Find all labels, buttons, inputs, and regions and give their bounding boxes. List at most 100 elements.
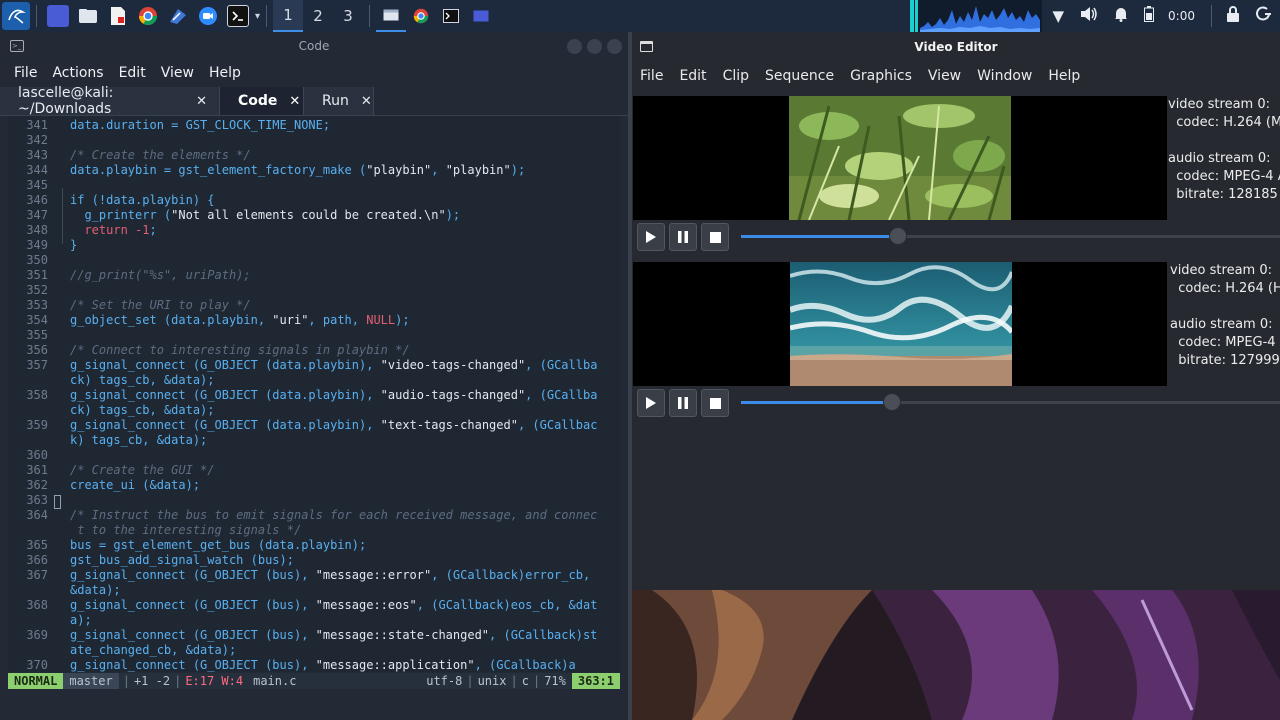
code-line: ck) tags_cb, &data); (70, 373, 215, 387)
lock-screen-icon[interactable] (1226, 6, 1240, 26)
playback-controls-2 (633, 388, 1280, 418)
code-line: g_signal_connect (G_OBJECT (data.playbin… (70, 388, 598, 402)
seek-progress (741, 235, 898, 238)
close-tab-icon[interactable]: ✕ (289, 94, 300, 109)
code-window-titlebar[interactable]: >_ Code (0, 32, 628, 60)
battery-icon[interactable] (1144, 6, 1155, 26)
menu-actions[interactable]: Actions (52, 65, 103, 81)
line-number: 351 (26, 268, 48, 282)
line-number: 350 (26, 253, 48, 267)
tab-code[interactable]: Code ✕ (220, 87, 304, 115)
task-editor-window[interactable] (466, 0, 496, 32)
file-manager-icon[interactable] (77, 5, 99, 27)
workspace-3[interactable]: 3 (333, 0, 363, 32)
menu-edit[interactable]: Edit (119, 65, 146, 81)
code-line: g_signal_connect (G_OBJECT (data.playbin… (70, 418, 598, 432)
volume-icon[interactable] (1080, 6, 1098, 26)
line-number: 343 (26, 148, 48, 162)
menu-window[interactable]: Window (977, 68, 1032, 84)
close-button[interactable] (607, 39, 622, 54)
task-video-editor[interactable] (376, 0, 407, 32)
play-button[interactable] (637, 223, 665, 251)
seek-handle[interactable] (889, 227, 907, 245)
menu-file[interactable]: File (14, 65, 37, 81)
ocean-waves-beach-thumbnail (788, 262, 1015, 386)
code-line: } (70, 238, 78, 252)
code-line: data.duration = GST_CLOCK_TIME_NONE; (70, 118, 331, 132)
code-line: g_signal_connect (G_OBJECT (bus), "messa… (70, 598, 598, 612)
video-player-2[interactable] (633, 262, 1167, 386)
info-line: bitrate: 127999 (1170, 353, 1280, 368)
terminal-icon[interactable] (227, 5, 249, 27)
top-panel: ▾ 1 2 3 ▼ 0:00 (0, 0, 1280, 32)
code-editor[interactable]: 341 data.duration = GST_CLOCK_TIME_NONE; 3… (8, 116, 620, 672)
git-diff: +1 -2 (133, 674, 171, 688)
show-desktop-icon[interactable] (47, 5, 69, 27)
menu-edit[interactable]: Edit (679, 68, 706, 84)
text-editor-icon[interactable] (107, 5, 129, 27)
maximize-button[interactable] (587, 39, 602, 54)
panel-separator (266, 5, 268, 27)
info-line: bitrate: 128185 (1168, 187, 1278, 202)
seek-handle[interactable] (883, 393, 901, 411)
file-format: unix (477, 674, 507, 688)
code-line: if (!data.playbin) { (70, 193, 215, 207)
pause-button[interactable] (669, 223, 697, 251)
info-line (1168, 132, 1280, 150)
close-tab-icon[interactable]: ✕ (361, 94, 372, 109)
chevron-down-icon[interactable]: ▾ (255, 11, 260, 22)
line-number: 362 (26, 478, 48, 492)
task-terminal[interactable] (436, 0, 466, 32)
code-line: /* Connect to interesting signals in pla… (70, 343, 410, 357)
menu-view[interactable]: View (928, 68, 961, 84)
tab-downloads[interactable]: lascelle@kali: ~/Downloads ✕ (0, 85, 220, 117)
notification-bell-icon[interactable] (1114, 6, 1128, 26)
file-language: c (521, 674, 529, 688)
line-number: 363 (26, 493, 48, 507)
workspace-label: 2 (313, 7, 323, 25)
play-button[interactable] (637, 389, 665, 417)
line-number: 368 (26, 598, 48, 612)
close-tab-icon[interactable]: ✕ (196, 94, 207, 109)
task-chrome[interactable] (406, 0, 436, 32)
menu-view[interactable]: View (161, 65, 194, 81)
window-icon (640, 41, 653, 52)
video-player-1[interactable] (633, 96, 1167, 221)
zoom-icon[interactable] (197, 5, 219, 27)
video-editor-titlebar[interactable]: Video Editor (632, 32, 1280, 62)
menu-help[interactable]: Help (209, 65, 241, 81)
stream-info-1: video stream 0: codec: H.264 (Ma audio s… (1168, 96, 1280, 220)
minimize-button[interactable] (567, 39, 582, 54)
tab-run[interactable]: Run ✕ (304, 87, 374, 115)
code-window-title: Code (298, 39, 330, 53)
menu-graphics[interactable]: Graphics (850, 68, 912, 84)
logout-icon[interactable] (1256, 6, 1272, 26)
workspace-2[interactable]: 2 (303, 0, 333, 32)
seek-slider-1[interactable] (741, 227, 1280, 245)
clock[interactable]: 0:00 (1168, 9, 1195, 23)
menu-sequence[interactable]: Sequence (765, 68, 834, 84)
menu-clip[interactable]: Clip (723, 68, 749, 84)
line-number: 370 (26, 658, 48, 672)
burp-suite-icon[interactable] (167, 5, 189, 27)
kali-menu-icon[interactable] (2, 2, 30, 30)
menu-file[interactable]: File (640, 68, 663, 84)
pause-button[interactable] (669, 389, 697, 417)
stop-button[interactable] (701, 223, 729, 251)
panel-separator (36, 5, 37, 27)
line-number: 355 (26, 328, 48, 342)
seek-slider-2[interactable] (741, 393, 1280, 411)
tab-label: lascelle@kali: ~/Downloads (18, 85, 114, 117)
menu-help[interactable]: Help (1048, 68, 1080, 84)
line-number: 347 (26, 208, 48, 222)
workspace-1[interactable]: 1 (273, 0, 304, 32)
chrome-icon[interactable] (137, 5, 159, 27)
line-number: 357 (26, 358, 48, 372)
line-number: 358 (26, 388, 48, 402)
code-line: &data); (70, 583, 121, 597)
line-number: 364 (26, 508, 48, 522)
wifi-icon[interactable]: ▼ (1053, 7, 1065, 25)
line-number: 345 (26, 178, 48, 192)
stop-button[interactable] (701, 389, 729, 417)
line-number: 360 (26, 448, 48, 462)
